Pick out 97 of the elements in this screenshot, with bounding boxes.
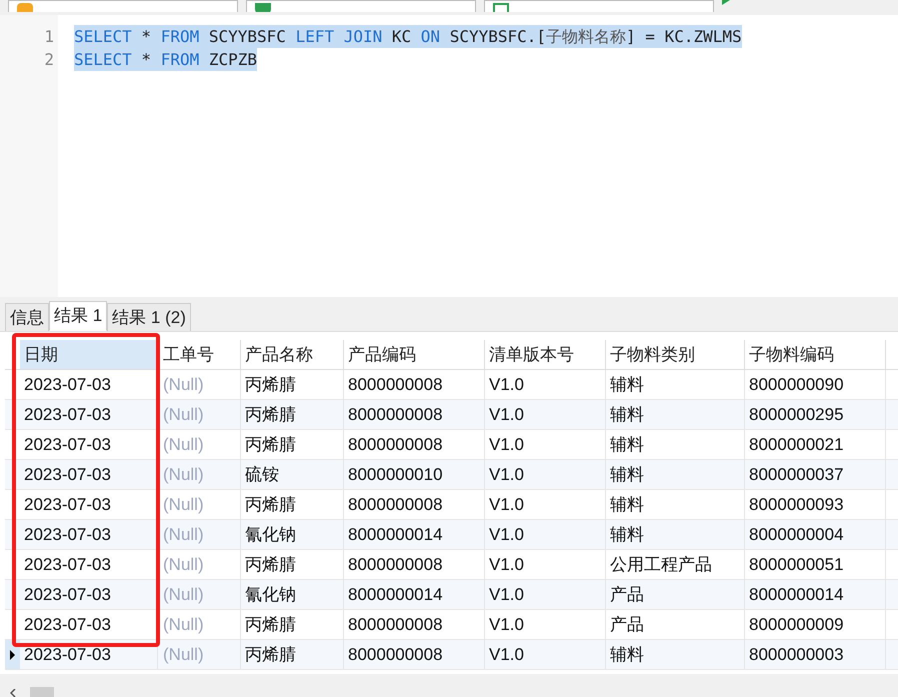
table-cell: 2023-07-03 xyxy=(24,495,111,514)
table-cell: 2023-07-03 xyxy=(24,405,111,424)
table-cell: V1.0 xyxy=(489,405,524,424)
table-cell: (Null) xyxy=(163,615,204,634)
table-cell: 8000000003 xyxy=(749,645,844,664)
table-cell: 8000000021 xyxy=(749,435,844,454)
table-cell: 2023-07-03 xyxy=(24,615,111,634)
table-cell: 丙烯腈 xyxy=(245,495,296,514)
table-cell: 2023-07-03 xyxy=(24,555,111,574)
table-cell: (Null) xyxy=(163,645,204,664)
column-header[interactable]: 产品编码 xyxy=(344,340,485,369)
table-cell: (Null) xyxy=(163,525,204,544)
table-cell: 辅料 xyxy=(610,375,644,394)
scrollbar-thumb[interactable] xyxy=(30,687,54,697)
table-cell: 产品 xyxy=(610,585,644,604)
table-cell: V1.0 xyxy=(489,525,524,544)
table-row[interactable]: 2023-07-03 (Null) 丙烯腈 8000000008 V1.0 辅料 8000000295 xyxy=(5,400,898,430)
table-row[interactable]: 2023-07-03 (Null) 丙烯腈 8000000008 V1.0 辅料 8000000021 xyxy=(5,430,898,460)
table-cell: 8000000037 xyxy=(749,465,844,484)
table-cell: 2023-07-03 xyxy=(24,465,111,484)
table-cell: 丙烯腈 xyxy=(245,555,296,574)
column-header[interactable]: 子物料类别 xyxy=(606,340,745,369)
table-cell: 8000000090 xyxy=(749,375,844,394)
table-row[interactable]: 2023-07-03 (Null) 硫铵 8000000010 V1.0 辅料 8000000037 xyxy=(5,460,898,490)
table-cell: 2023-07-03 xyxy=(24,585,111,604)
table-row[interactable]: 2023-07-03 (Null) 丙烯腈 8000000008 V1.0 产品 8000000009 xyxy=(5,610,898,640)
table-row[interactable]: 2023-07-03 (Null) 氰化钠 8000000014 V1.0 产品 8000000014 xyxy=(5,580,898,610)
table-cell: 公用工程产品 xyxy=(610,555,712,574)
table-cell: 8000000008 xyxy=(348,495,443,514)
table-cell: V1.0 xyxy=(489,615,524,634)
column-header[interactable]: 日期 xyxy=(20,340,158,369)
table-cell: (Null) xyxy=(163,405,204,424)
table-cell: 8000000014 xyxy=(348,525,443,544)
table-row[interactable]: 2023-07-03 (Null) 丙烯腈 8000000008 V1.0 辅料 8000000093 xyxy=(5,490,898,520)
column-header[interactable]: 产品名称 xyxy=(241,340,344,369)
table-cell: 硫铵 xyxy=(245,465,279,484)
table-cell: (Null) xyxy=(163,555,204,574)
table-cell: V1.0 xyxy=(489,465,524,484)
database-icon xyxy=(255,3,271,12)
table-cell: 辅料 xyxy=(610,525,644,544)
table-cell: 8000000008 xyxy=(348,645,443,664)
table-cell: 氰化钠 xyxy=(245,585,296,604)
table-cell: 丙烯腈 xyxy=(245,645,296,664)
table-cell: 8000000008 xyxy=(348,375,443,394)
table-cell: 辅料 xyxy=(610,435,644,454)
table-cell: 8000000004 xyxy=(749,525,844,544)
table-cell: 2023-07-03 xyxy=(24,645,111,664)
table-cell: 丙烯腈 xyxy=(245,435,296,454)
table-cell: (Null) xyxy=(163,375,204,394)
table-cell: 8000000295 xyxy=(749,405,844,424)
column-header[interactable]: 清单版本号 xyxy=(485,340,606,369)
table-cell: (Null) xyxy=(163,585,204,604)
table-cell: V1.0 xyxy=(489,435,524,454)
table-cell: 8000000009 xyxy=(749,615,844,634)
table-cell: 8000000008 xyxy=(348,615,443,634)
table-cell: V1.0 xyxy=(489,375,524,394)
table-cell: 丙烯腈 xyxy=(245,375,296,394)
connection-icon xyxy=(17,3,33,12)
column-header[interactable]: 子物料编码 xyxy=(745,340,886,369)
table-cell: 8000000010 xyxy=(348,465,443,484)
table-cell: 辅料 xyxy=(610,645,644,664)
result-tab[interactable]: 信息 xyxy=(5,303,49,331)
table-row[interactable]: 2023-07-03 (Null) 丙烯腈 8000000008 V1.0 辅料 8000000090 xyxy=(5,370,898,400)
result-tab[interactable]: 结果 1 (2) xyxy=(107,303,191,331)
table-cell: 丙烯腈 xyxy=(245,405,296,424)
table-cell: 丙烯腈 xyxy=(245,615,296,634)
table-cell: 辅料 xyxy=(610,405,644,424)
table-cell: (Null) xyxy=(163,495,204,514)
table-cell: 8000000008 xyxy=(348,555,443,574)
table-cell: 8000000014 xyxy=(348,585,443,604)
table-cell: 8000000008 xyxy=(348,435,443,454)
table-cell: 产品 xyxy=(610,615,644,634)
table-cell: 8000000093 xyxy=(749,495,844,514)
scroll-left-icon[interactable] xyxy=(10,689,16,697)
table-cell: V1.0 xyxy=(489,645,524,664)
table-cell: 2023-07-03 xyxy=(24,435,111,454)
table-row[interactable]: 2023-07-03 (Null) 氰化钠 8000000014 V1.0 辅料 8000000004 xyxy=(5,520,898,550)
table-cell: V1.0 xyxy=(489,555,524,574)
table-cell: V1.0 xyxy=(489,495,524,514)
table-cell: (Null) xyxy=(163,435,204,454)
table-cell: 8000000051 xyxy=(749,555,844,574)
table-cell: 8000000014 xyxy=(749,585,844,604)
row-pointer-icon xyxy=(10,650,15,660)
table-cell: 辅料 xyxy=(610,495,644,514)
table-cell: (Null) xyxy=(163,465,204,484)
row-header[interactable] xyxy=(5,640,20,669)
table-row[interactable]: 2023-07-03 (Null) 丙烯腈 8000000008 V1.0 公用工程产品 8000000051 xyxy=(5,550,898,580)
table-cell: 8000000008 xyxy=(348,405,443,424)
table-cell: 氰化钠 xyxy=(245,525,296,544)
table-cell: 2023-07-03 xyxy=(24,525,111,544)
table-cell: 2023-07-03 xyxy=(24,375,111,394)
table-cell: 辅料 xyxy=(610,465,644,484)
line-number: 2 xyxy=(44,49,54,71)
column-header[interactable]: 工单号 xyxy=(158,340,241,369)
table-cell: V1.0 xyxy=(489,585,524,604)
line-number: 1 xyxy=(44,26,54,48)
result-tab[interactable]: 结果 1 xyxy=(49,301,108,331)
